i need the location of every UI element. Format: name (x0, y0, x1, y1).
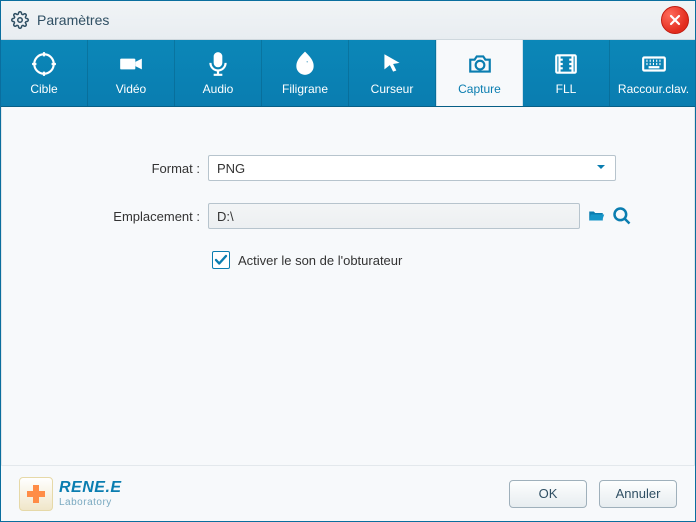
shutter-label: Activer le son de l'obturateur (238, 253, 402, 268)
tab-raccourci[interactable]: Raccour.clav. (610, 40, 696, 106)
logo-line2: Laboratory (59, 498, 122, 508)
location-label: Emplacement : (22, 209, 208, 224)
tab-label: Audio (203, 82, 234, 96)
content-pane: Format : PNG Emplacement : (1, 107, 695, 465)
location-input[interactable] (208, 203, 580, 229)
settings-window: Paramètres Cible Vidéo Audio Filigrane C… (0, 0, 696, 522)
cancel-button[interactable]: Annuler (599, 480, 677, 508)
brand-logo: RENE.E Laboratory (19, 477, 122, 511)
format-select[interactable]: PNG (208, 155, 616, 181)
tab-capture[interactable]: Capture (436, 39, 523, 106)
tabbar: Cible Vidéo Audio Filigrane Curseur Capt… (1, 40, 695, 107)
tab-label: Vidéo (116, 82, 146, 96)
tab-audio[interactable]: Audio (175, 40, 262, 106)
window-title: Paramètres (37, 12, 109, 28)
format-row: Format : PNG (22, 155, 674, 181)
browse-folder-icon[interactable] (586, 207, 606, 225)
format-value: PNG (217, 161, 245, 176)
footer-buttons: OK Annuler (509, 480, 677, 508)
tab-label: FLL (556, 82, 577, 96)
tab-label: Cible (30, 82, 57, 96)
gear-icon (11, 11, 29, 29)
tab-video[interactable]: Vidéo (88, 40, 175, 106)
tab-label: Raccour.clav. (618, 82, 689, 96)
close-button[interactable] (661, 6, 689, 34)
format-label: Format : (22, 161, 208, 176)
tab-cible[interactable]: Cible (1, 40, 88, 106)
location-actions (586, 206, 632, 226)
tab-filigrane[interactable]: Filigrane (262, 40, 349, 106)
chevron-down-icon (595, 161, 607, 176)
tab-curseur[interactable]: Curseur (349, 40, 436, 106)
tab-label: Filigrane (282, 82, 328, 96)
tab-fll[interactable]: FLL (523, 40, 610, 106)
shutter-row: Activer le son de l'obturateur (212, 251, 674, 269)
logo-box-icon (19, 477, 53, 511)
footer: RENE.E Laboratory OK Annuler (1, 465, 695, 521)
tab-label: Curseur (371, 82, 414, 96)
search-icon[interactable] (612, 206, 632, 226)
logo-text: RENE.E Laboratory (59, 480, 122, 508)
titlebar: Paramètres (1, 1, 695, 40)
tab-label: Capture (458, 82, 501, 96)
ok-button[interactable]: OK (509, 480, 587, 508)
location-row: Emplacement : (22, 203, 674, 229)
logo-line1: RENE.E (59, 480, 122, 496)
shutter-checkbox[interactable] (212, 251, 230, 269)
